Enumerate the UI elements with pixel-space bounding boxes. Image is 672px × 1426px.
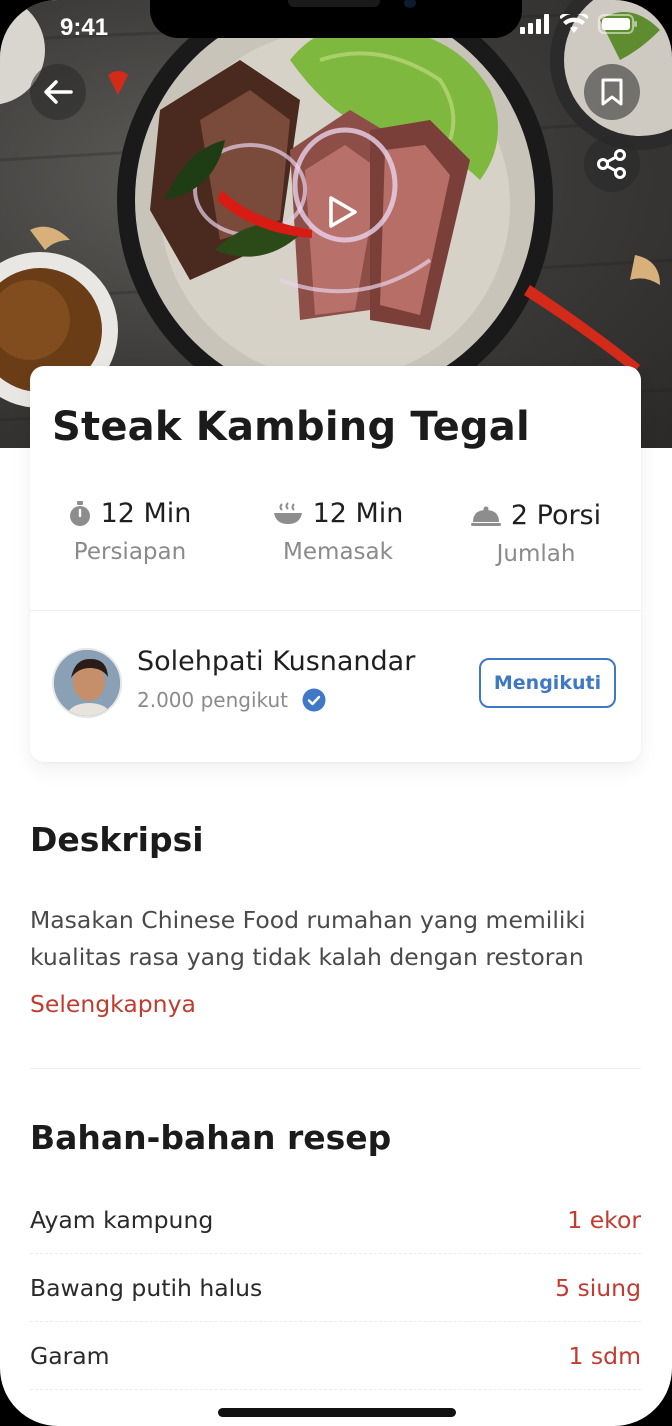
- play-icon: [329, 196, 357, 228]
- ingredient-row: Ayam kampung 1 ekor: [30, 1186, 641, 1254]
- battery-icon: [598, 14, 637, 34]
- ingredient-name: Garam: [30, 1341, 110, 1370]
- author-name[interactable]: Solehpati Kusnandar: [137, 646, 415, 677]
- stat-preparation-label: Persiapan: [73, 539, 187, 565]
- back-button[interactable]: [30, 64, 86, 120]
- phone-screen: 9:41 Steak Kambing Tegal 12 Min Persiapa…: [0, 0, 672, 1426]
- ingredient-quantity: 5 siung: [555, 1273, 641, 1302]
- ingredient-name: Ayam kampung: [30, 1205, 214, 1234]
- description-title: Deskripsi: [30, 820, 204, 859]
- verified-icon: [302, 688, 326, 712]
- author-followers: 2.000 pengikut: [137, 688, 326, 712]
- bookmark-button[interactable]: [584, 64, 640, 120]
- play-video-button[interactable]: [314, 184, 370, 240]
- ingredients-title: Bahan-bahan resep: [30, 1118, 392, 1157]
- stat-preparation-value: 12 Min: [100, 498, 192, 529]
- cloche-icon: [470, 506, 501, 526]
- status-icons: [520, 14, 638, 34]
- card-divider: [30, 610, 641, 611]
- ingredient-quantity: 1 sdm: [568, 1341, 641, 1370]
- stat-cooking-label: Memasak: [283, 539, 393, 565]
- wifi-icon: [560, 14, 588, 33]
- share-button[interactable]: [584, 136, 640, 192]
- ingredients-list: Ayam kampung 1 ekor Bawang putih halus 5…: [30, 1186, 641, 1390]
- ingredient-name: Bawang putih halus: [30, 1273, 263, 1302]
- ingredient-quantity: 1 ekor: [567, 1205, 641, 1234]
- recipe-title: Steak Kambing Tegal: [52, 404, 530, 450]
- author-avatar[interactable]: [52, 648, 122, 718]
- timer-icon: [69, 500, 90, 526]
- follow-button[interactable]: Mengikuti: [479, 658, 616, 708]
- bowl-icon: [273, 501, 302, 524]
- device-notch: [150, 0, 522, 38]
- stat-servings-value: 2 Porsi: [510, 500, 602, 531]
- stat-preparation: 12 Min Persiapan: [30, 498, 230, 565]
- signal-icon: [520, 14, 549, 34]
- read-more-link[interactable]: Selengkapnya: [30, 990, 196, 1018]
- ingredient-row: Bawang putih halus 5 siung: [30, 1254, 641, 1322]
- description-text: Masakan Chinese Food rumahan yang memili…: [30, 906, 586, 971]
- stat-cooking-value: 12 Min: [312, 498, 404, 529]
- recipe-info-card: Steak Kambing Tegal 12 Min Persiapan 12 …: [30, 366, 641, 762]
- followers-count: 2.000 pengikut: [137, 688, 289, 712]
- avatar-photo: [54, 650, 120, 716]
- stat-servings-label: Jumlah: [496, 541, 576, 567]
- bookmark-icon: [601, 78, 623, 106]
- home-indicator[interactable]: [218, 1408, 456, 1417]
- stat-cooking: 12 Min Memasak: [238, 498, 438, 565]
- ingredient-row: Garam 1 sdm: [30, 1322, 641, 1390]
- share-icon: [597, 149, 626, 179]
- section-divider: [30, 1068, 641, 1069]
- status-time: 9:41: [60, 14, 109, 41]
- arrow-left-icon: [44, 80, 73, 104]
- stat-servings: 2 Porsi Jumlah: [436, 500, 636, 567]
